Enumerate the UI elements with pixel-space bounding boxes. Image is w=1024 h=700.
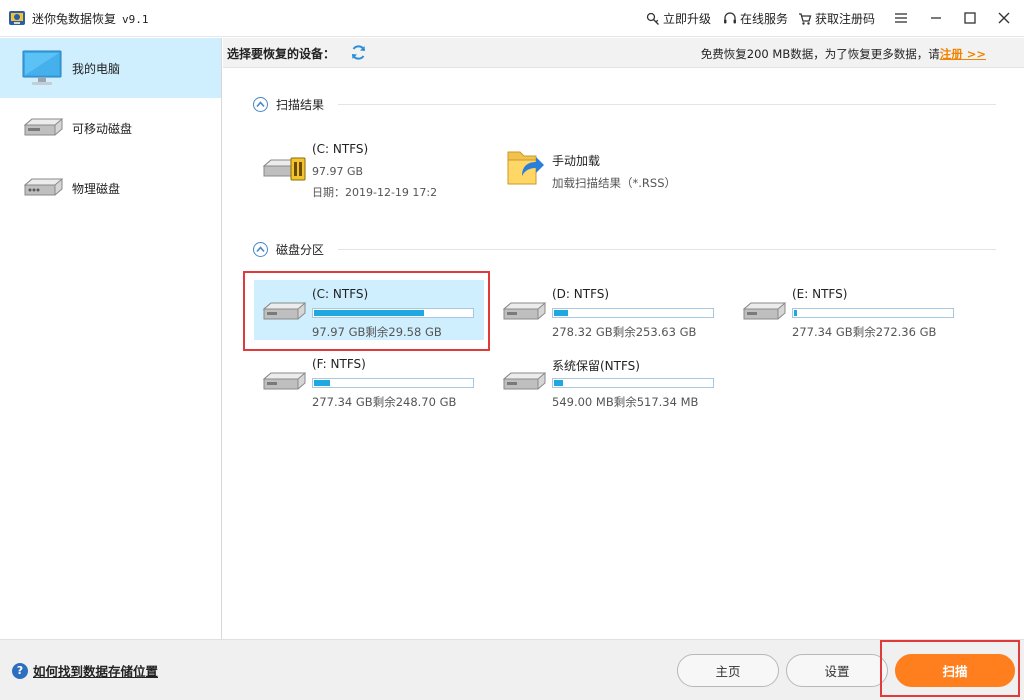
manual-load-item[interactable]: 手动加载 加载扫描结果（*.RSS）	[504, 138, 744, 202]
app-title: 迷你兔数据恢复 v9.1	[32, 10, 149, 27]
partitions-title: 磁盘分区	[276, 243, 325, 257]
partition-tile[interactable]: (D: NTFS) 278.32 GB剩余253.63 GB	[494, 280, 724, 340]
hard-drive-icon	[261, 371, 307, 396]
monitor-icon	[22, 50, 62, 85]
select-device-label: 选择要恢复的设备：	[227, 47, 336, 61]
settings-button[interactable]: 设置	[786, 654, 888, 687]
partition-usage-fill	[314, 310, 425, 316]
hard-drive-icon	[501, 301, 547, 326]
title-bar: 迷你兔数据恢复 v9.1 立即升级 在线服务 获取注册码	[0, 0, 1024, 37]
minimize-icon	[931, 17, 941, 19]
manual-load-desc: 加载扫描结果（*.RSS）	[552, 176, 676, 190]
scan-results-title: 扫描结果	[276, 98, 325, 112]
sidebar-item-my-computer[interactable]: 我的电脑	[0, 38, 221, 98]
headset-icon	[724, 11, 736, 23]
partition-size: 549.00 MB剩余517.34 MB	[552, 395, 699, 409]
scan-results-header[interactable]: 扫描结果	[253, 96, 324, 113]
partition-usage-bar	[552, 378, 714, 388]
partition-size: 277.34 GB剩余248.70 GB	[312, 395, 457, 409]
partition-usage-bar	[792, 308, 954, 318]
partition-name: 系统保留(NTFS)	[552, 359, 640, 373]
partition-usage-fill	[554, 310, 569, 316]
partition-size: 278.32 GB剩余253.63 GB	[552, 325, 697, 339]
partition-tile[interactable]: (C: NTFS) 97.97 GB剩余29.58 GB	[254, 280, 484, 340]
section-divider	[338, 249, 996, 250]
bottom-bar: ? 如何找到数据存储位置 主页 设置 扫描	[0, 639, 1024, 700]
hard-drive-icon	[261, 301, 307, 326]
folder-load-icon	[507, 151, 544, 185]
collapse-chevron-icon[interactable]	[253, 97, 268, 112]
scan-result-size: 97.97 GB	[312, 165, 364, 178]
app-name: 迷你兔数据恢复	[32, 12, 117, 26]
scan-result-c-drive[interactable]: (C: NTFS) 97.97 GB 日期：2019-12-19 17:2	[258, 138, 488, 202]
partition-usage-fill	[554, 380, 564, 386]
partition-size: 277.34 GB剩余272.36 GB	[792, 325, 937, 339]
close-icon	[998, 12, 1010, 24]
partition-tile[interactable]: 系统保留(NTFS) 549.00 MB剩余517.34 MB	[494, 350, 724, 410]
sidebar-item-physical-disk[interactable]: 物理磁盘	[0, 158, 221, 218]
scan-button[interactable]: 扫描	[895, 654, 1015, 687]
sidebar-label-my-computer: 我的电脑	[72, 61, 121, 76]
app-logo-icon	[9, 11, 25, 25]
partition-name: (C: NTFS)	[312, 287, 369, 301]
close-button[interactable]	[989, 6, 1019, 30]
partition-usage-fill	[314, 380, 331, 386]
help-question-icon: ?	[12, 662, 28, 679]
sidebar-label-removable-disk: 可移动磁盘	[72, 121, 133, 136]
hard-drive-icon	[741, 301, 787, 326]
partition-size: 97.97 GB剩余29.58 GB	[312, 325, 442, 339]
partition-tile[interactable]: (F: NTFS) 277.34 GB剩余248.70 GB	[254, 350, 484, 410]
hard-drive-icon	[501, 371, 547, 396]
free-quota-text: 免费恢复200 MB数据，为了恢复更多数据，请	[700, 47, 940, 61]
partition-usage-bar	[312, 308, 474, 318]
cart-icon	[799, 12, 812, 25]
maximize-icon	[964, 12, 976, 24]
collapse-chevron-icon[interactable]	[253, 242, 268, 257]
get-code-link[interactable]: 获取注册码	[798, 10, 875, 27]
key-icon	[646, 12, 659, 25]
sidebar-label-physical-disk: 物理磁盘	[72, 181, 121, 196]
menu-button[interactable]	[886, 6, 916, 30]
home-button[interactable]: 主页	[677, 654, 779, 687]
refresh-icon[interactable]	[350, 44, 367, 61]
online-service-link[interactable]: 在线服务	[723, 10, 788, 27]
manual-load-title: 手动加载	[552, 154, 601, 168]
partition-name: (D: NTFS)	[552, 287, 610, 301]
partition-tile[interactable]: (E: NTFS) 277.34 GB剩余272.36 GB	[734, 280, 964, 340]
online-service-label: 在线服务	[740, 12, 789, 26]
upgrade-link[interactable]: 立即升级	[646, 10, 711, 27]
register-link[interactable]: 注册 >>	[940, 47, 986, 61]
help-link[interactable]: ? 如何找到数据存储位置	[12, 661, 158, 680]
scan-result-name: (C: NTFS)	[312, 142, 369, 156]
removable-drive-icon	[23, 118, 64, 136]
partitions-header[interactable]: 磁盘分区	[253, 241, 324, 258]
scan-result-date: 日期：2019-12-19 17:2	[312, 186, 438, 199]
partition-name: (E: NTFS)	[792, 287, 848, 301]
sidebar-item-removable-disk[interactable]: 可移动磁盘	[0, 98, 221, 158]
partition-name: (F: NTFS)	[312, 357, 366, 371]
maximize-button[interactable]	[955, 6, 985, 30]
minimize-button[interactable]	[921, 6, 951, 30]
app-version: v9.1	[122, 13, 149, 26]
get-code-label: 获取注册码	[815, 12, 876, 26]
help-label: 如何找到数据存储位置	[33, 664, 159, 679]
hard-drive-icon	[23, 178, 64, 196]
partition-usage-bar	[312, 378, 474, 388]
upgrade-label: 立即升级	[663, 12, 712, 26]
main-header: 选择要恢复的设备： 免费恢复200 MB数据，为了恢复更多数据，请注册 >>	[223, 38, 1024, 68]
section-divider	[338, 104, 996, 105]
sidebar: 我的电脑 可移动磁盘 物理磁盘	[0, 38, 222, 639]
drive-with-result-icon	[262, 157, 306, 181]
partition-usage-bar	[552, 308, 714, 318]
free-quota-notice: 免费恢复200 MB数据，为了恢复更多数据，请注册 >>	[701, 46, 986, 62]
partition-usage-fill	[794, 310, 797, 316]
hamburger-icon	[895, 13, 907, 23]
